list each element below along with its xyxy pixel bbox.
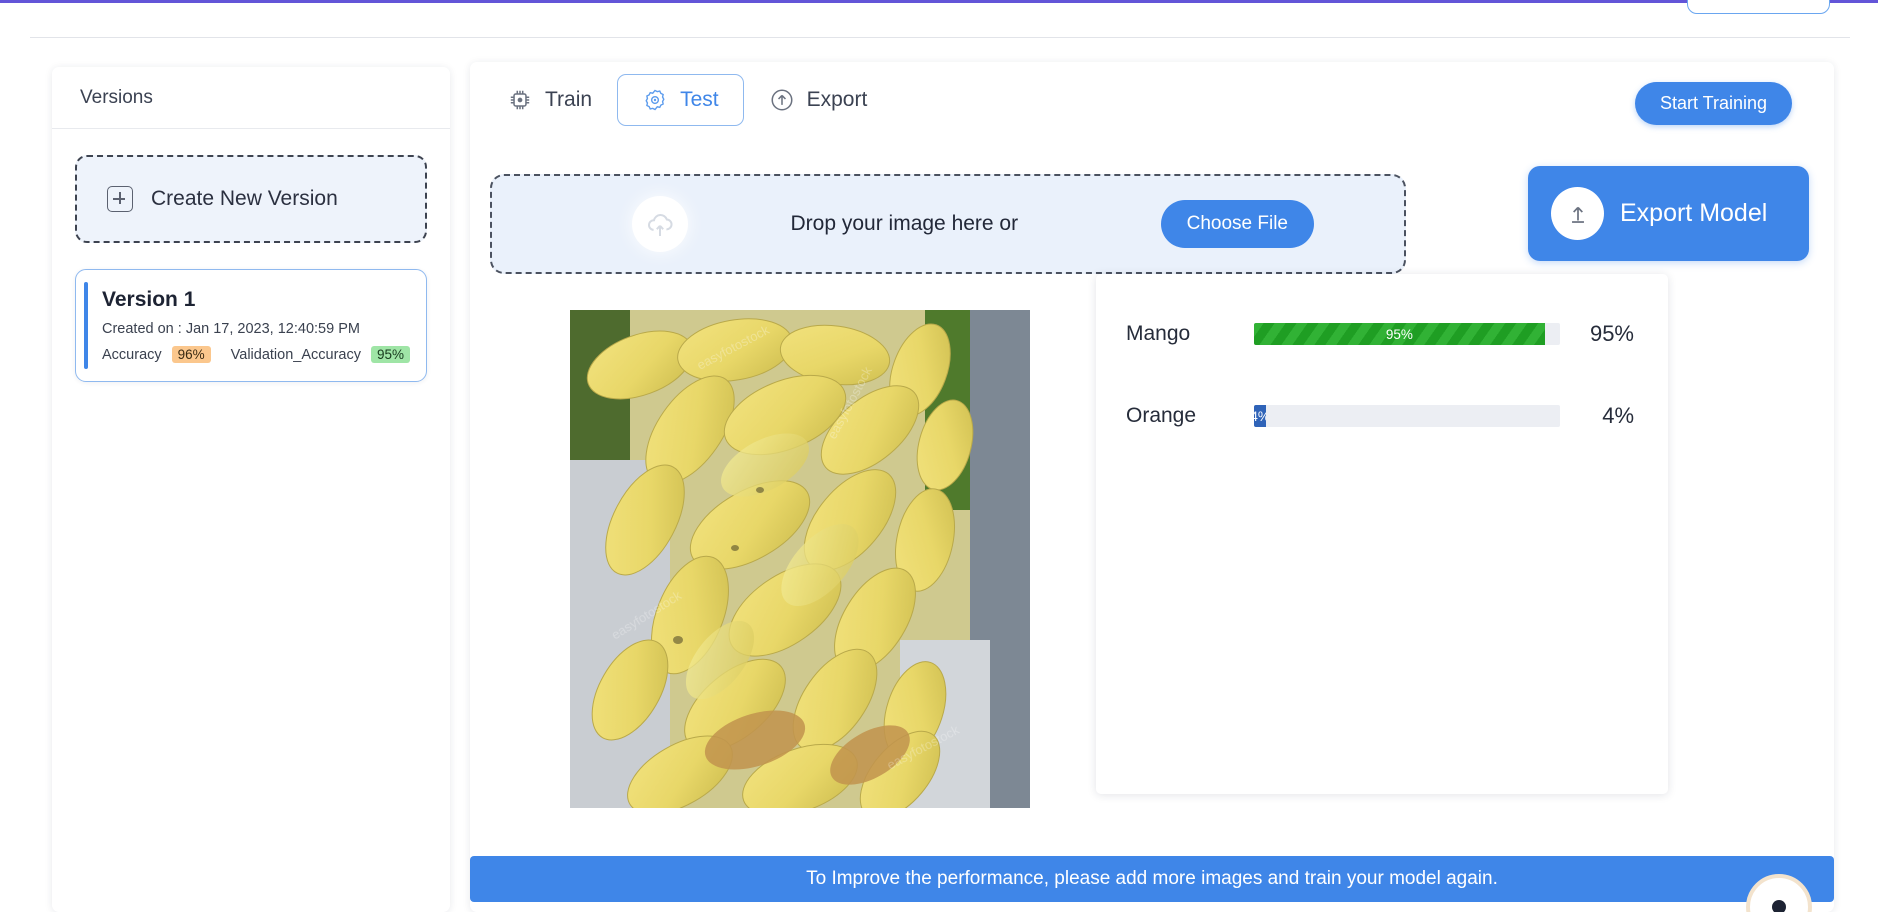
prediction-value-mango: 95% xyxy=(1589,321,1634,346)
chat-bubble-dot xyxy=(1772,900,1786,912)
version-card[interactable]: Version 1 Created on : Jan 17, 2023, 12:… xyxy=(75,269,427,382)
versions-sidebar: Versions Create New Version Version 1 Cr… xyxy=(52,67,450,912)
tab-train[interactable]: Train xyxy=(482,74,617,126)
versions-header-title: Versions xyxy=(80,86,153,108)
versions-body: Create New Version Version 1 Created on … xyxy=(52,129,450,382)
prediction-label-orange: Orange xyxy=(1126,404,1197,427)
plus-square-icon xyxy=(107,186,133,212)
cpu-chip-icon xyxy=(510,90,530,110)
versions-header: Versions xyxy=(52,67,450,129)
accuracy-label: Accuracy xyxy=(102,346,162,363)
mangoes-photo-illustration: easyfotostock easyfotostock easyfotostoc… xyxy=(570,310,1030,808)
choose-file-button[interactable]: Choose File xyxy=(1160,200,1314,248)
version-name: Version 1 xyxy=(102,288,196,311)
validation-accuracy-label: Validation_Accuracy xyxy=(230,346,361,363)
prediction-row-orange: Orange 4% 4% xyxy=(1118,396,1646,436)
accuracy-badge: 96% xyxy=(171,346,211,363)
export-model-button[interactable]: Export Model xyxy=(1528,166,1809,261)
tab-test-label: Test xyxy=(680,88,719,111)
prediction-row-mango: Mango 95% 95% xyxy=(1118,314,1646,354)
prediction-value-orange: 4% xyxy=(1602,403,1634,428)
header-divider xyxy=(30,37,1850,38)
main-panel: Train Test Export Start Training Drop yo… xyxy=(470,62,1834,912)
gear-icon xyxy=(645,89,665,111)
create-new-version-label: Create New Version xyxy=(151,187,338,210)
export-model-label: Export Model xyxy=(1620,199,1768,227)
prediction-bar-track-orange: 4% xyxy=(1254,405,1560,427)
page-title: The Fruits Classification xyxy=(48,0,317,7)
improve-performance-banner: To Improve the performance, please add m… xyxy=(470,856,1834,902)
prediction-bar-track-mango: 95% xyxy=(1254,323,1560,345)
prediction-bar-fill-mango: 95% xyxy=(1254,323,1545,345)
improve-performance-message: To Improve the performance, please add m… xyxy=(806,868,1498,889)
validation-accuracy-badge: 95% xyxy=(370,346,411,363)
dropzone-label: Drop your image here or xyxy=(790,212,1019,235)
upload-arrow-icon xyxy=(1551,187,1604,240)
prediction-label-mango: Mango xyxy=(1126,322,1191,345)
tab-train-label: Train xyxy=(545,88,593,111)
app-root: The Fruits Classification Versions Creat… xyxy=(0,0,1878,912)
tab-export-label: Export xyxy=(806,88,868,111)
test-image: easyfotostock easyfotostock easyfotostoc… xyxy=(570,310,1030,808)
start-training-button[interactable]: Start Training xyxy=(1634,82,1792,125)
header-action-button[interactable] xyxy=(1687,0,1830,14)
create-new-version-button[interactable]: Create New Version xyxy=(75,155,427,243)
upload-circle-icon xyxy=(771,89,793,111)
version-created-on: Created on : Jan 17, 2023, 12:40:59 PM xyxy=(102,321,360,337)
prediction-bar-fill-orange: 4% xyxy=(1254,405,1267,427)
version-metrics: Accuracy 96% Validation_Accuracy 95% xyxy=(102,346,411,363)
prediction-results-panel: Mango 95% 95% Orange 4% 4% xyxy=(1096,274,1668,794)
test-image-container: easyfotostock easyfotostock easyfotostoc… xyxy=(570,310,1030,808)
tab-test[interactable]: Test xyxy=(617,74,744,126)
tab-bar: Train Test Export Start Training xyxy=(470,62,1834,138)
tab-export[interactable]: Export xyxy=(744,74,893,126)
image-dropzone[interactable]: Drop your image here or Choose File xyxy=(490,174,1406,274)
